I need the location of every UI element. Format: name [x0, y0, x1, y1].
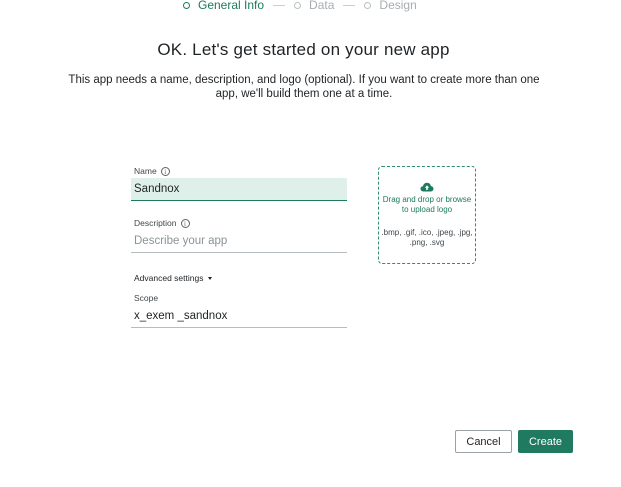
- step-circle-icon: [294, 1, 302, 9]
- scope-label-row: Scope: [134, 292, 347, 304]
- cancel-button[interactable]: Cancel: [455, 430, 512, 453]
- step-label: General Info: [198, 0, 265, 12]
- caret-down-icon: [208, 276, 213, 280]
- upload-instruction: Drag and drop or browse to upload logo: [382, 195, 472, 214]
- logo-upload-dropzone[interactable]: Drag and drop or browse to upload logo .…: [378, 166, 476, 264]
- page-subtitle: This app needs a name, description, and …: [68, 74, 540, 100]
- info-icon[interactable]: i: [160, 166, 170, 176]
- step-design[interactable]: Design: [364, 0, 417, 12]
- name-label: Name: [134, 166, 157, 176]
- advanced-settings-label: Advanced settings: [134, 273, 204, 283]
- step-general-info[interactable]: General Info: [183, 0, 264, 12]
- scope-label: Scope: [134, 293, 159, 303]
- wizard-stepper: General Info Data Design: [183, 0, 417, 12]
- description-label-row: Description i: [134, 217, 347, 229]
- scope-field-group: Scope: [131, 292, 347, 328]
- name-input[interactable]: [131, 178, 347, 201]
- name-field-group: Name i: [131, 165, 347, 201]
- step-separator: [343, 4, 356, 6]
- page-title: OK. Let's get started on your new app: [157, 40, 450, 59]
- step-separator: [273, 4, 286, 6]
- step-data[interactable]: Data: [294, 0, 334, 12]
- step-label: Data: [309, 0, 335, 12]
- description-field-group: Description i: [131, 217, 347, 253]
- info-icon[interactable]: i: [180, 218, 190, 228]
- cloud-upload-icon: [420, 182, 434, 192]
- description-label: Description: [134, 218, 177, 228]
- description-input[interactable]: [131, 230, 347, 253]
- step-circle-icon: [364, 1, 372, 9]
- name-label-row: Name i: [134, 165, 347, 177]
- step-circle-icon: [183, 1, 190, 9]
- advanced-settings-toggle[interactable]: Advanced settings: [134, 273, 213, 283]
- create-button[interactable]: Create: [518, 430, 573, 453]
- create-app-page: General Info Data Design OK. Let's get s…: [0, 0, 621, 487]
- upload-formats: .bmp, .gif, .ico, .jpeg, .jpg, .png, .sv…: [381, 228, 473, 247]
- step-label: Design: [379, 0, 417, 12]
- scope-input[interactable]: [131, 305, 347, 328]
